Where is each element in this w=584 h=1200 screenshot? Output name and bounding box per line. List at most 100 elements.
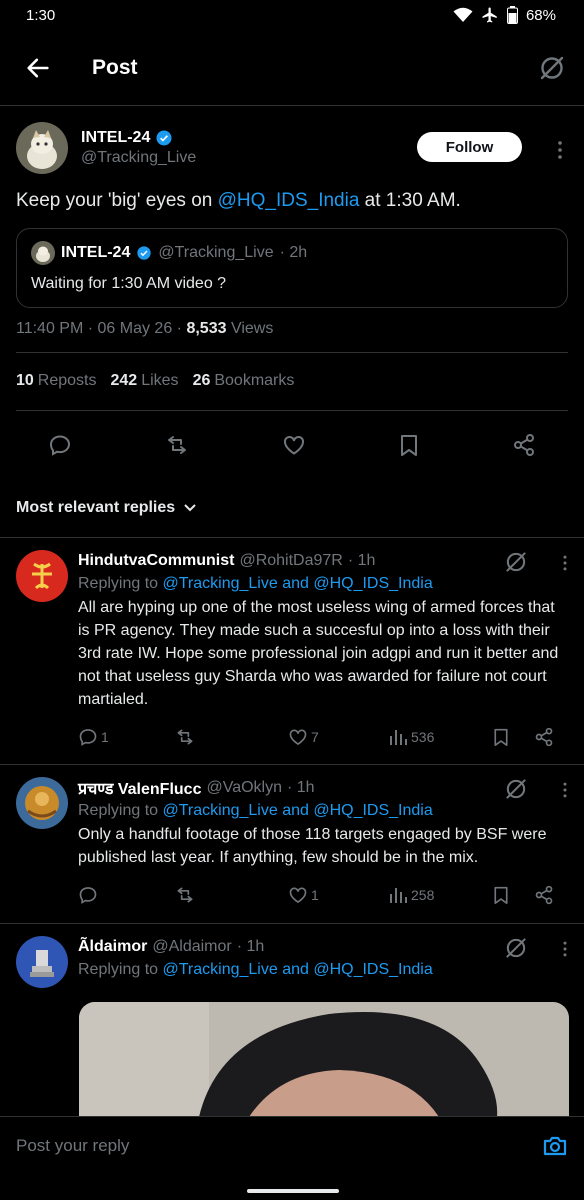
replies-sort-dropdown[interactable]: Most relevant replies [0,481,584,538]
avatar[interactable] [16,122,68,174]
repost-icon[interactable] [164,433,190,457]
bookmark-icon[interactable] [398,433,420,457]
reply-like-action[interactable]: 7 [288,727,319,747]
reply-author-name[interactable]: Ãldaimor [78,938,147,956]
reply-item[interactable]: Ãldaimor @Aldaimor · 1h Replying to @Tra… [0,924,584,998]
status-time: 1:30 [26,6,56,24]
reply-icon[interactable] [48,433,72,457]
page-title: Post [92,55,138,79]
post-mention-link[interactable]: @HQ_IDS_India [218,190,360,211]
share-icon [535,885,553,905]
share-icon[interactable] [512,433,536,457]
reply-share-action[interactable] [534,885,554,905]
reply-author-handle[interactable]: @VaOklyn [206,779,282,797]
post-text-part-end: at 1:30 AM. [359,190,461,211]
quote-avatar [31,241,55,265]
replying-to-links[interactable]: @Tracking_Live and @HQ_IDS_India [163,575,433,592]
reply-comment-count: 1 [101,729,109,745]
quote-text: Waiting for 1:30 AM video ? [31,275,227,292]
reply-media-image[interactable] [79,1002,569,1117]
reply-actions: 1 7 536 [78,717,568,761]
reply-repost-action[interactable] [174,885,196,905]
reply-time: · 1h [236,938,265,955]
reply-bookmark-action[interactable] [492,727,510,747]
reply-comment-action[interactable] [78,885,98,905]
main-post: INTEL-24 @Tracking_Live Follow Keep your… [0,106,584,481]
reply-author-handle[interactable]: @Aldaimor [152,938,231,956]
quoted-post[interactable]: INTEL-24 @Tracking_Live · 2h Waiting for… [16,228,568,308]
reposts-stat[interactable]: 10 Reposts [16,372,97,390]
post-views-count: 8,533 [186,320,227,337]
reply-author-name[interactable]: प्रचण्ड ValenFlucc [78,777,201,799]
reply-item[interactable]: HindutvaCommunist @RohitDa97R · 1h Reply… [0,538,584,765]
wifi-icon [453,7,473,22]
status-bar: 1:30 68% [0,0,584,30]
post-author-name[interactable]: INTEL-24 [81,129,150,147]
reply-bookmark-action[interactable] [492,885,510,905]
likes-count: 242 [110,372,138,389]
views-icon [390,730,407,745]
reposts-count: 10 [16,372,34,389]
reply-time: · 1h [347,552,376,569]
replying-to: Replying to @Tracking_Live and @HQ_IDS_I… [78,575,568,593]
post-meta: 11:40 PM · 06 May 26 · 8,533 Views [16,320,568,353]
bookmarks-stat[interactable]: 26 Bookmarks [193,372,295,390]
bookmarks-label: Bookmarks [214,372,295,389]
likes-label: Likes [141,372,179,389]
avatar[interactable] [16,777,68,829]
gesture-nav-handle[interactable] [247,1189,339,1193]
avatar[interactable] [16,936,68,988]
reply-text: All are hyping up one of the most useles… [78,599,559,708]
verified-icon [137,246,152,260]
repost-icon [177,729,193,745]
reply-like-count: 7 [311,729,319,745]
grok-icon[interactable] [504,777,528,801]
reply-input[interactable]: Post your reply [16,1136,542,1156]
reply-like-action[interactable]: 1 [288,885,319,905]
status-icons: 68% [453,6,556,24]
more-vertical-icon[interactable] [560,554,570,572]
likes-stat[interactable]: 242 Likes [111,372,179,390]
share-icon [535,727,553,747]
reply-composer[interactable]: Post your reply [0,1116,584,1174]
more-vertical-icon[interactable] [560,781,570,799]
battery-percent: 68% [525,6,556,24]
grok-icon[interactable] [504,936,528,960]
reply-item[interactable]: प्रचण्ड ValenFlucc @VaOklyn · 1h Replyin… [0,765,584,924]
replying-to-links[interactable]: @Tracking_Live and @HQ_IDS_India [163,961,433,978]
reply-text: Only a handful footage of those 118 targ… [78,826,547,866]
replying-prefix: Replying to [78,961,163,978]
like-icon [289,729,307,746]
quote-time: · 2h [279,244,308,261]
grok-icon[interactable] [538,54,566,82]
reply-views-action[interactable]: 536 [388,727,434,747]
post-actions [16,411,568,481]
bookmark-icon [494,728,508,746]
reply-views-action[interactable]: 258 [388,885,434,905]
like-icon[interactable] [282,433,306,457]
reply-repost-action[interactable] [174,727,196,747]
follow-button[interactable]: Follow [417,132,522,162]
reply-author-name[interactable]: HindutvaCommunist [78,552,234,570]
airplane-icon [482,7,497,23]
replying-to-links[interactable]: @Tracking_Live and @HQ_IDS_India [163,802,433,819]
back-arrow-icon[interactable] [24,54,52,82]
quote-author-name: INTEL-24 [61,244,131,261]
reply-share-action[interactable] [534,727,554,747]
camera-icon[interactable] [542,1134,568,1158]
post-text: Keep your 'big' eyes on @HQ_IDS_India at… [16,188,568,214]
more-vertical-icon[interactable] [554,140,566,160]
reply-author-handle[interactable]: @RohitDa97R [239,552,342,570]
replying-prefix: Replying to [78,802,163,819]
reply-views-count: 258 [411,887,435,903]
reply-like-count: 1 [311,887,319,903]
bookmarks-count: 26 [192,372,211,389]
post-author-handle[interactable]: @Tracking_Live [81,149,196,167]
post-views-label: Views [226,320,274,337]
reply-comment-action[interactable]: 1 [78,727,109,747]
more-vertical-icon[interactable] [560,940,570,958]
grok-icon[interactable] [504,550,528,574]
quote-author-handle: @Tracking_Live [158,244,274,261]
repost-icon [177,887,193,903]
avatar[interactable] [16,550,68,602]
